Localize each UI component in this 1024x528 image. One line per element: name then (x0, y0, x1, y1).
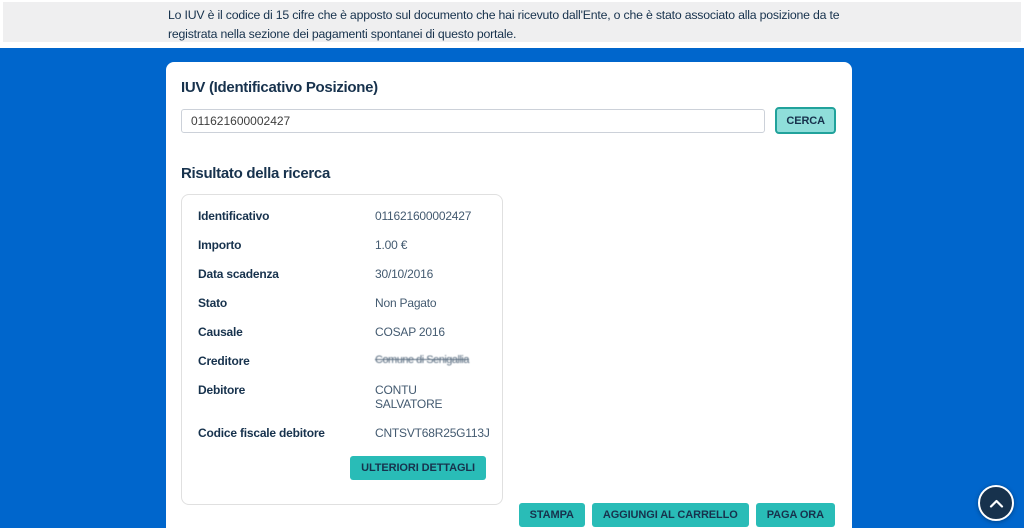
result-row-debitore: Debitore CONTU SALVATORE (198, 383, 486, 411)
result-value: CNTSVT68R25G113J (375, 426, 490, 440)
result-row-stato: Stato Non Pagato (198, 296, 486, 310)
result-row-codice-fiscale: Codice fiscale debitore CNTSVT68R25G113J (198, 426, 486, 440)
result-row-identificativo: Identificativo 011621600002427 (198, 209, 486, 223)
ulteriori-dettagli-button[interactable]: ULTERIORI DETTAGLI (350, 456, 486, 480)
info-banner-text-line2: registrata nella sezione dei pagamenti s… (168, 25, 1021, 44)
result-label: Stato (198, 296, 375, 310)
result-row-causale: Causale COSAP 2016 (198, 325, 486, 339)
cerca-button[interactable]: CERCA (775, 107, 836, 134)
result-row-importo: Importo 1.00 € (198, 238, 486, 252)
result-value: 30/10/2016 (375, 267, 433, 281)
result-panel: Identificativo 011621600002427 Importo 1… (181, 194, 503, 505)
info-banner-text-line1: Lo IUV è il codice di 15 cifre che è app… (168, 6, 1021, 25)
info-banner-box: Lo IUV è il codice di 15 cifre che è app… (3, 2, 1021, 42)
result-row-data-scadenza: Data scadenza 30/10/2016 (198, 267, 486, 281)
scroll-to-top-button[interactable] (978, 485, 1014, 521)
iuv-input[interactable] (181, 109, 765, 133)
result-value: 1.00 € (375, 238, 407, 252)
result-value-redacted: Comune di Senigallia (375, 354, 469, 368)
result-label: Data scadenza (198, 267, 375, 281)
paga-ora-button[interactable]: PAGA ORA (756, 503, 835, 527)
result-value: CONTU SALVATORE (375, 383, 486, 411)
result-label: Importo (198, 238, 375, 252)
result-label: Causale (198, 325, 375, 339)
search-row: CERCA (181, 107, 836, 134)
actions-row: STAMPA AGGIUNGI AL CARRELLO PAGA ORA (519, 503, 835, 527)
aggiungi-al-carrello-button[interactable]: AGGIUNGI AL CARRELLO (592, 503, 749, 527)
stampa-button[interactable]: STAMPA (519, 503, 585, 527)
result-value: COSAP 2016 (375, 325, 445, 339)
result-value: Non Pagato (375, 296, 436, 310)
info-banner: Lo IUV è il codice di 15 cifre che è app… (0, 0, 1024, 48)
result-label: Debitore (198, 383, 375, 411)
iuv-search-card: IUV (Identificativo Posizione) CERCA Ris… (166, 62, 852, 528)
results-title: Risultato della ricerca (181, 165, 836, 182)
result-label: Identificativo (198, 209, 375, 223)
result-label: Creditore (198, 354, 375, 368)
chevron-up-icon (989, 499, 1004, 508)
page-title: IUV (Identificativo Posizione) (181, 79, 836, 96)
result-row-creditore: Creditore Comune di Senigallia (198, 354, 486, 368)
result-label: Codice fiscale debitore (198, 426, 375, 440)
result-value: 011621600002427 (375, 209, 471, 223)
